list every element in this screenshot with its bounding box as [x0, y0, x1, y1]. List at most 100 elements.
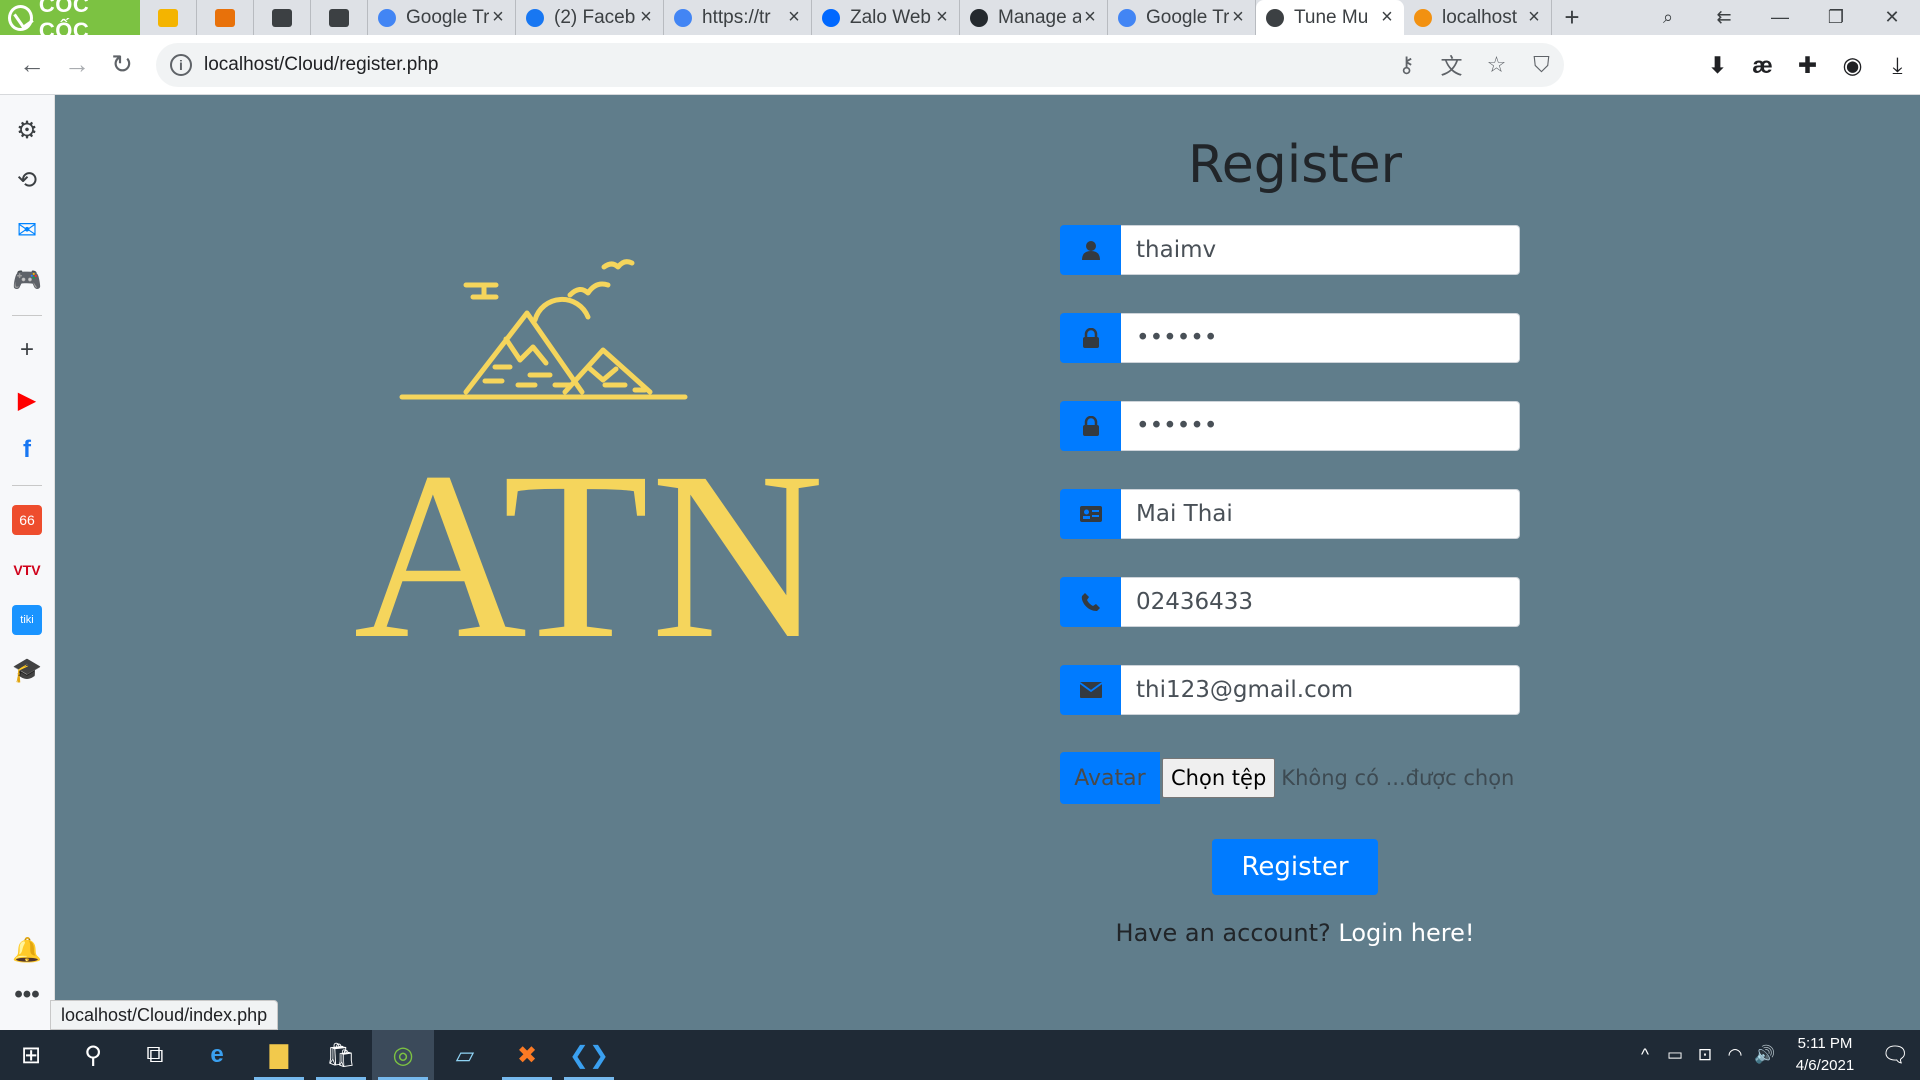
close-icon[interactable]: × — [637, 6, 655, 29]
bell-icon[interactable]: 🔔 — [12, 935, 42, 965]
avatar-row: Avatar Chọn tệp Không có ...được chọn — [1060, 752, 1520, 804]
youtube-icon[interactable]: ▶ — [12, 385, 42, 415]
confirm-password-input[interactable] — [1121, 401, 1520, 451]
address-bar[interactable]: i localhost/Cloud/register.php ⚷ 文 ☆ ⛉ — [156, 43, 1564, 87]
pinned-tab-4[interactable] — [311, 0, 368, 35]
settings-gear-icon[interactable]: ⚙ — [12, 115, 42, 145]
tab-tune-music[interactable]: Tune Mu × — [1256, 0, 1404, 35]
coccoc-taskbar-icon[interactable]: ◎ — [372, 1030, 434, 1080]
vtv-go-icon[interactable]: VTV — [12, 555, 42, 585]
close-window-button[interactable]: ✕ — [1864, 0, 1920, 35]
tab-google-translate-2[interactable]: Google Tr × — [1108, 0, 1256, 35]
profile-icon[interactable]: ◉ — [1830, 52, 1875, 79]
new-tab-button[interactable]: + — [1552, 0, 1592, 35]
phone-input[interactable] — [1121, 577, 1520, 627]
have-account-text: Have an account? — [1115, 919, 1331, 947]
choose-file-button[interactable]: Chọn tệp — [1162, 758, 1276, 798]
tab-translate-url[interactable]: https://tr × — [664, 0, 812, 35]
history-icon[interactable]: ⟲ — [12, 165, 42, 195]
contact-card-icon — [329, 8, 349, 27]
close-icon[interactable]: × — [785, 6, 803, 29]
register-button[interactable]: Register — [1212, 839, 1378, 895]
file-explorer-icon[interactable]: ▇ — [248, 1030, 310, 1080]
login-link[interactable]: Login here! — [1338, 919, 1474, 947]
key-icon[interactable]: ⚷ — [1384, 52, 1429, 78]
github-icon — [970, 8, 988, 27]
tab-phpmyadmin[interactable]: localhost × — [1404, 0, 1552, 35]
more-icon[interactable]: ••• — [12, 980, 42, 1010]
browser-sidebar: ⚙ ⟲ ✉ 🎮 + ▶ f 66 VTV tiki 🎓 🔔 ••• — [0, 95, 55, 1030]
task-view-icon[interactable]: ⧉ — [124, 1030, 186, 1080]
notification-icon[interactable]: 🗨 — [1870, 1042, 1920, 1068]
extensions-puzzle-icon[interactable]: ✚ — [1785, 52, 1830, 79]
pinned-tab-1[interactable] — [140, 0, 197, 35]
game-controller-icon[interactable]: 🎮 — [12, 265, 42, 295]
windows-start-icon[interactable]: ⊞ — [0, 1030, 62, 1080]
xampp-icon[interactable]: ✖ — [496, 1030, 558, 1080]
classroom-icon — [158, 8, 178, 27]
shield-icon[interactable]: ⛉ — [1519, 52, 1564, 78]
tab-google-translate[interactable]: Google Tr × — [368, 0, 516, 35]
bookmark-star-icon[interactable]: ☆ — [1474, 52, 1519, 78]
edge-icon[interactable]: e — [186, 1030, 248, 1080]
shopee-icon[interactable]: 66 — [12, 505, 42, 535]
back-button[interactable]: ← — [10, 43, 54, 87]
fullname-row — [1060, 489, 1520, 539]
clock[interactable]: 5:11 PM 4/6/2021 — [1780, 1033, 1870, 1077]
tab-facebook[interactable]: (2) Faceb × — [516, 0, 664, 35]
store-icon[interactable]: 🛍 — [310, 1030, 372, 1080]
atn-wordmark: ATN — [353, 422, 827, 688]
tab-search-icon[interactable]: ⌕ — [1640, 0, 1696, 35]
tab-github[interactable]: Manage a × — [960, 0, 1108, 35]
globe-icon — [1266, 8, 1284, 27]
fullname-input[interactable] — [1121, 489, 1520, 539]
username-input[interactable] — [1121, 225, 1520, 275]
username-row — [1060, 225, 1520, 275]
lock-icon — [1060, 313, 1121, 363]
graduation-cap-icon[interactable]: 🎓 — [12, 655, 42, 685]
phone-icon — [1060, 577, 1121, 627]
facebook-icon[interactable]: f — [12, 435, 42, 465]
close-icon[interactable]: × — [1525, 6, 1543, 29]
translate-icon[interactable]: 文 — [1429, 49, 1474, 81]
envelope-icon — [1060, 665, 1121, 715]
pinned-tab-2[interactable] — [197, 0, 254, 35]
phone-row — [1060, 577, 1520, 627]
add-icon[interactable]: + — [12, 335, 42, 365]
battery-icon[interactable]: ▭ — [1660, 1045, 1690, 1065]
page-title: Register — [1187, 135, 1403, 195]
chevron-up-icon[interactable]: ^ — [1630, 1045, 1660, 1065]
close-icon[interactable]: × — [1378, 6, 1396, 29]
tab-strip: CỐC CỐC Google Tr × (2) Faceb × https://tr… — [0, 0, 1920, 43]
email-input[interactable] — [1121, 665, 1520, 715]
volume-icon[interactable]: 🔊 — [1750, 1045, 1780, 1065]
download-arrow-icon[interactable]: ⬇ — [1695, 52, 1740, 79]
messenger-icon[interactable]: ✉ — [12, 215, 42, 245]
vscode-icon[interactable]: ❮❯ — [558, 1030, 620, 1080]
url-text[interactable]: localhost/Cloud/register.php — [204, 54, 438, 76]
tiki-icon[interactable]: tiki — [12, 605, 42, 635]
wifi-icon[interactable]: ◠ — [1720, 1045, 1750, 1065]
forward-button[interactable]: → — [55, 43, 99, 87]
close-icon[interactable]: × — [1229, 6, 1247, 29]
restore-button[interactable]: ❐ — [1808, 0, 1864, 35]
back-to-tab-icon[interactable]: ⇇ — [1696, 0, 1752, 35]
search-icon[interactable]: ⚲ — [62, 1030, 124, 1080]
close-icon[interactable]: × — [489, 6, 507, 29]
password-input[interactable] — [1121, 313, 1520, 363]
contact-card-icon — [272, 8, 292, 27]
close-icon[interactable]: × — [1081, 6, 1099, 29]
network-adapter-icon[interactable]: ⊡ — [1690, 1045, 1720, 1065]
tab-zalo[interactable]: Zalo Web × — [812, 0, 960, 35]
notepad-icon[interactable]: ▱ — [434, 1030, 496, 1080]
reload-button[interactable]: ↻ — [100, 43, 144, 87]
browser-toolbar: ← → ↻ i localhost/Cloud/register.php ⚷ 文… — [0, 35, 1920, 95]
pinned-tab-3[interactable] — [254, 0, 311, 35]
ae-extension-icon[interactable]: æ — [1740, 52, 1785, 79]
google-translate-icon — [1118, 8, 1136, 27]
close-icon[interactable]: × — [933, 6, 951, 29]
minimize-button[interactable]: — — [1752, 0, 1808, 35]
downloads-icon[interactable]: ⤓ — [1875, 52, 1920, 79]
coccoc-menu-button[interactable]: CỐC CỐC — [0, 0, 140, 43]
info-icon[interactable]: i — [170, 54, 192, 76]
